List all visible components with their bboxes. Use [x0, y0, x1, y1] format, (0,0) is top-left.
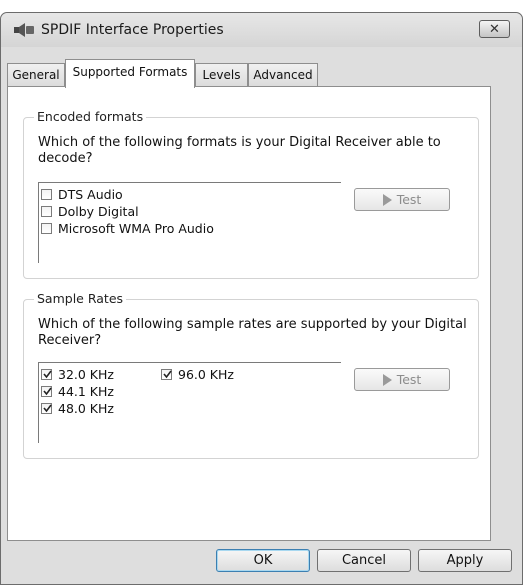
- tab-general[interactable]: General: [7, 63, 65, 86]
- format-label: Dolby Digital: [58, 204, 139, 219]
- test-label: Test: [396, 372, 422, 387]
- encoded-test-button[interactable]: Test: [354, 188, 450, 211]
- tab-levels[interactable]: Levels: [195, 63, 248, 86]
- checkbox[interactable]: [41, 223, 52, 234]
- ok-button[interactable]: OK: [216, 549, 310, 572]
- rate-44-khz[interactable]: 44.1 KHz: [41, 384, 114, 399]
- checkbox[interactable]: [161, 369, 172, 380]
- checkbox[interactable]: [41, 369, 52, 380]
- rates-question: Which of the following sample rates are …: [38, 317, 467, 348]
- apply-button[interactable]: Apply: [418, 549, 512, 572]
- play-icon: [382, 193, 392, 206]
- rate-label: 48.0 KHz: [58, 401, 114, 416]
- checkbox[interactable]: [41, 206, 52, 217]
- tab-panel: Encoded formats Which of the following f…: [7, 86, 491, 541]
- rate-label: 96.0 KHz: [178, 367, 234, 382]
- sample-rates-title: Sample Rates: [34, 291, 127, 306]
- format-dts-audio[interactable]: DTS Audio: [41, 187, 123, 202]
- rate-48-khz[interactable]: 48.0 KHz: [41, 401, 114, 416]
- sample-rates-list[interactable]: 32.0 KHz 44.1 KHz 48.0 KHz 96.0 KHz: [38, 362, 341, 443]
- sample-rates-group: Sample Rates Which of the following samp…: [23, 291, 479, 459]
- close-button[interactable]: ✕: [479, 20, 510, 38]
- rate-label: 44.1 KHz: [58, 384, 114, 399]
- close-icon: ✕: [489, 21, 500, 37]
- encoded-question: Which of the following formats is your D…: [38, 135, 441, 166]
- checkbox[interactable]: [41, 403, 52, 414]
- format-label: Microsoft WMA Pro Audio: [58, 221, 214, 236]
- tab-advanced[interactable]: Advanced: [248, 63, 318, 86]
- checkbox[interactable]: [41, 189, 52, 200]
- cancel-button[interactable]: Cancel: [317, 549, 411, 572]
- encoded-formats-group: Encoded formats Which of the following f…: [23, 109, 479, 279]
- format-label: DTS Audio: [58, 187, 123, 202]
- rate-label: 32.0 KHz: [58, 367, 114, 382]
- speaker-icon: [13, 22, 35, 38]
- rates-test-button[interactable]: Test: [354, 368, 450, 391]
- properties-dialog: SPDIF Interface Properties ✕ General Sup…: [0, 12, 523, 585]
- format-wma-pro[interactable]: Microsoft WMA Pro Audio: [41, 221, 214, 236]
- format-dolby-digital[interactable]: Dolby Digital: [41, 204, 139, 219]
- play-icon: [382, 373, 392, 386]
- tab-supported-formats[interactable]: Supported Formats: [65, 59, 195, 88]
- window-title: SPDIF Interface Properties: [41, 22, 224, 38]
- rate-32-khz[interactable]: 32.0 KHz: [41, 367, 114, 382]
- test-label: Test: [396, 192, 422, 207]
- checkbox[interactable]: [41, 386, 52, 397]
- encoded-formats-title: Encoded formats: [34, 109, 147, 124]
- title-bar: SPDIF Interface Properties ✕: [1, 13, 522, 47]
- rate-96-khz[interactable]: 96.0 KHz: [161, 367, 234, 382]
- encoded-formats-list[interactable]: DTS Audio Dolby Digital Microsoft WMA Pr…: [38, 182, 341, 263]
